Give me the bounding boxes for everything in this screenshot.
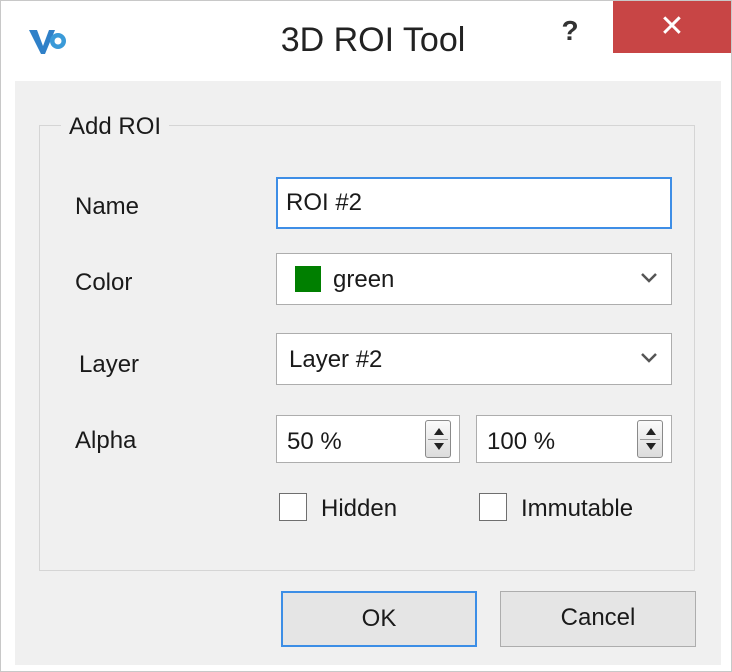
close-button[interactable]: ✕: [613, 1, 731, 53]
help-button[interactable]: ?: [555, 11, 585, 51]
layer-dropdown[interactable]: Layer #2: [276, 333, 672, 385]
hidden-label[interactable]: Hidden: [321, 495, 397, 523]
immutable-checkbox[interactable]: [479, 493, 507, 521]
groupbox-title: Add ROI: [61, 113, 170, 141]
color-label: Color: [75, 269, 133, 296]
chevron-down-icon: [641, 353, 657, 363]
alpha-max-value: 100 %: [487, 428, 556, 455]
alpha-min-value: 50 %: [287, 428, 342, 455]
cancel-button[interactable]: Cancel: [500, 591, 696, 647]
dialog-window: 3D ROI Tool ? ✕ Add ROI Name ROI #2 Colo…: [0, 0, 732, 672]
immutable-label[interactable]: Immutable: [521, 495, 633, 523]
name-label: Name: [75, 193, 140, 220]
alpha-min-spinbox[interactable]: 50 %: [276, 415, 460, 463]
alpha-max-spinbox[interactable]: 100 %: [476, 415, 672, 463]
hidden-checkbox[interactable]: [279, 493, 307, 521]
ok-button[interactable]: OK: [281, 591, 477, 647]
color-dropdown[interactable]: green: [276, 253, 672, 305]
spin-arrows-icon[interactable]: [425, 420, 451, 458]
color-value: green: [333, 266, 395, 293]
color-swatch: [295, 266, 321, 292]
spin-arrows-icon[interactable]: [637, 420, 663, 458]
layer-label: Layer: [79, 351, 140, 378]
name-input[interactable]: ROI #2: [276, 177, 672, 229]
chevron-down-icon: [641, 273, 657, 283]
title-bar[interactable]: 3D ROI Tool ? ✕: [1, 1, 731, 81]
layer-value: Layer #2: [289, 346, 383, 373]
alpha-label: Alpha: [75, 427, 137, 454]
